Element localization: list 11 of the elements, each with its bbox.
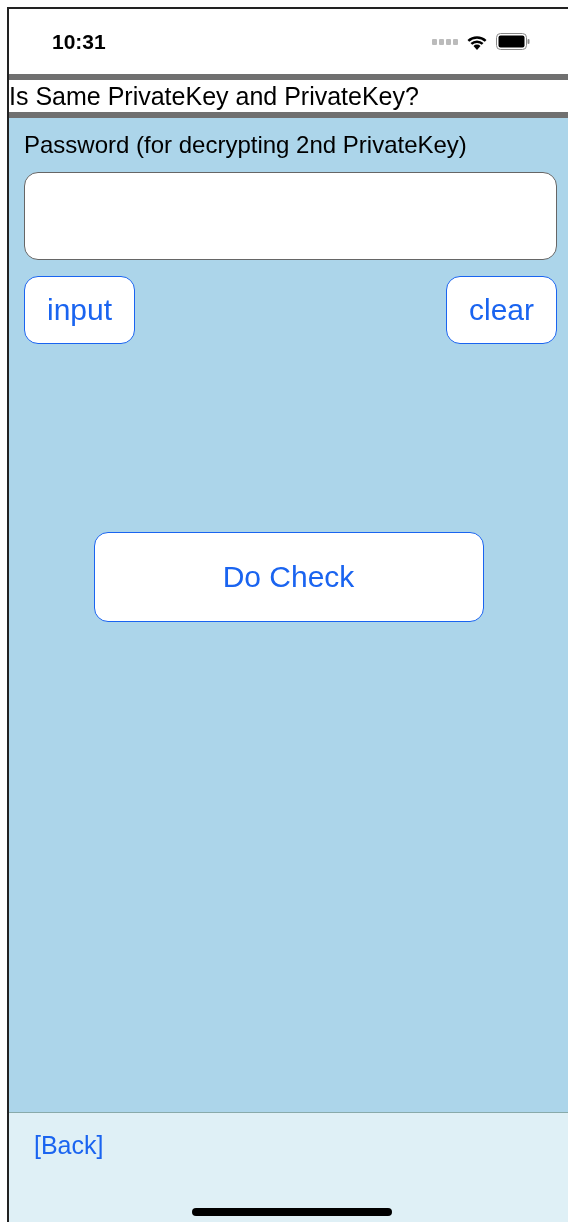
- back-link[interactable]: [Back]: [34, 1131, 104, 1160]
- page-title: Is Same PrivateKey and PrivateKey?: [9, 81, 420, 112]
- battery-icon: [496, 33, 530, 50]
- password-field[interactable]: [24, 172, 557, 260]
- status-time: 10:31: [52, 29, 106, 54]
- clear-button[interactable]: clear: [445, 276, 557, 344]
- password-label: Password (for decrypting 2nd PrivateKey): [24, 130, 467, 160]
- check-button[interactable]: Do Check: [93, 532, 484, 622]
- wifi-icon: [466, 33, 488, 50]
- input-button[interactable]: input: [24, 276, 136, 344]
- signal-icon: [432, 38, 458, 45]
